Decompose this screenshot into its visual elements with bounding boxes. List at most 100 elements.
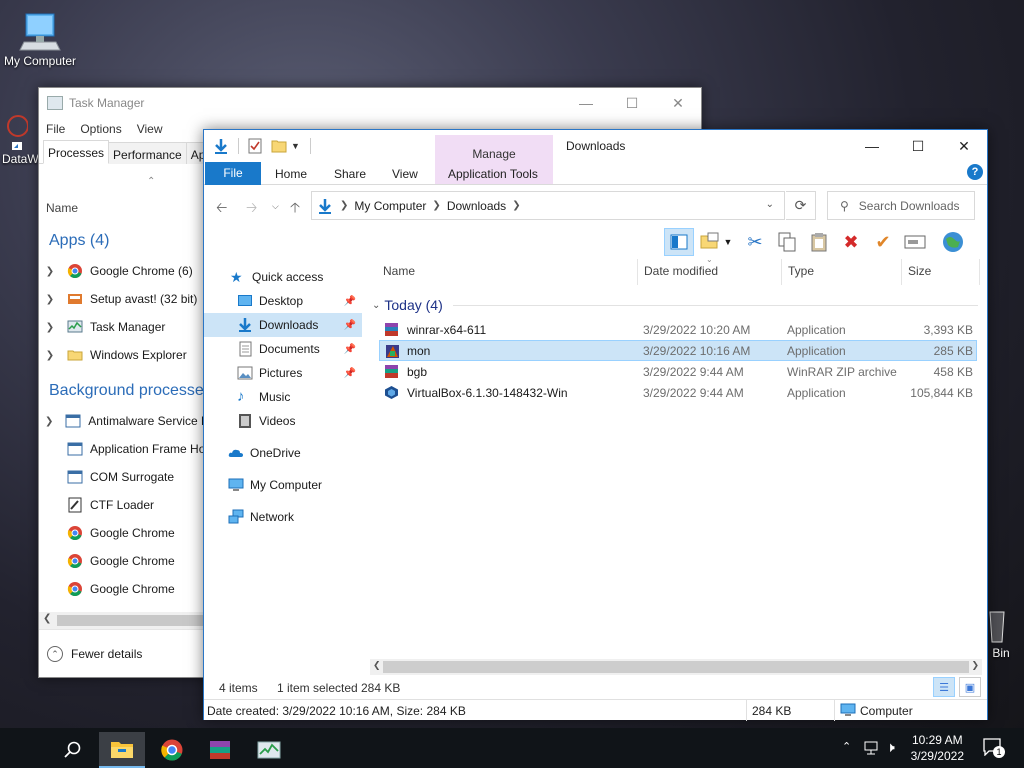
breadcrumb-chevron-icon[interactable]: ❯	[512, 200, 520, 211]
desktop-icon-my-computer[interactable]: My Computer	[2, 10, 78, 68]
column-header-date-modified[interactable]: Date modified	[644, 264, 718, 278]
pin-icon[interactable]: 📌	[344, 296, 356, 307]
search-box[interactable]: ⚲ Search Downloads	[827, 191, 975, 220]
nav-item-downloads[interactable]: Downloads 📌	[204, 313, 362, 337]
delete-icon[interactable]: ✖	[840, 231, 862, 253]
maximize-button[interactable]: ☐	[895, 130, 941, 162]
taskbar-clock[interactable]: 10:29 AM 3/29/2022	[911, 732, 964, 764]
rename-icon[interactable]	[904, 231, 926, 253]
up-arrow-icon[interactable]: 🡡	[290, 197, 300, 221]
column-header-name[interactable]: Name	[46, 201, 78, 215]
breadcrumb-chevron-icon[interactable]: ❯	[340, 200, 348, 211]
dropdown-chevron-icon[interactable]: ▼	[722, 231, 734, 253]
sort-chevron-up-icon[interactable]: ⌃	[147, 176, 155, 187]
process-row[interactable]: ❯ Windows Explorer	[39, 341, 209, 369]
process-row[interactable]: Google Chrome	[39, 547, 209, 575]
minimize-button[interactable]: —	[849, 130, 895, 162]
file-row[interactable]: VirtualBox-6.1.30-148432-Win 3/29/2022 9…	[379, 382, 977, 403]
breadcrumb-chevron-icon[interactable]: ❯	[432, 200, 440, 211]
breadcrumb-downloads[interactable]: Downloads	[447, 199, 506, 213]
process-row[interactable]: Google Chrome	[39, 575, 209, 603]
ribbon-tab-home[interactable]: Home	[275, 167, 307, 181]
file-explorer-window[interactable]: Manage ▼ Downloads — ☐ ✕ File Home Share…	[203, 129, 988, 721]
properties-folder-icon[interactable]	[700, 231, 720, 253]
forward-arrow-icon[interactable]: 🡢	[246, 197, 257, 221]
scroll-left-icon[interactable]: ❮	[43, 613, 51, 624]
horizontal-scrollbar[interactable]: ❮ ❯	[370, 659, 982, 675]
process-row[interactable]: ❯ Setup avast! (32 bit)	[39, 285, 209, 313]
process-row[interactable]: COM Surrogate	[39, 463, 209, 491]
nav-item-onedrive[interactable]: OneDrive	[204, 441, 362, 465]
close-button[interactable]: ✕	[655, 88, 701, 118]
process-row[interactable]: Application Frame Ho	[39, 435, 209, 463]
taskbar-file-explorer[interactable]	[99, 732, 145, 768]
fewer-details-button[interactable]: ⌃ Fewer details	[39, 629, 205, 677]
large-icons-view-icon[interactable]: ▣	[959, 677, 981, 697]
details-view-icon[interactable]: ☰	[933, 677, 955, 697]
horizontal-scrollbar[interactable]: ❮	[39, 612, 205, 629]
menu-file[interactable]: File	[46, 122, 65, 136]
new-folder-icon[interactable]	[271, 138, 287, 154]
taskbar-task-manager[interactable]	[246, 732, 292, 768]
nav-item-documents[interactable]: Documents 📌	[204, 337, 362, 361]
tab-performance[interactable]: Performance	[109, 142, 187, 164]
recent-locations-chevron-icon[interactable]: ⌵	[272, 201, 279, 212]
pin-icon[interactable]: 📌	[344, 368, 356, 379]
maximize-button[interactable]: ☐	[609, 88, 655, 118]
customize-dropdown-icon[interactable]: ▼	[291, 141, 300, 151]
process-row[interactable]: Google Chrome	[39, 519, 209, 547]
process-row[interactable]: ❯ Task Manager	[39, 313, 209, 341]
menu-options[interactable]: Options	[80, 122, 121, 136]
process-row[interactable]: ❯ Google Chrome (6)	[39, 257, 209, 285]
close-button[interactable]: ✕	[941, 130, 987, 162]
breadcrumb-my-computer[interactable]: My Computer	[354, 199, 426, 213]
taskbar-google-chrome[interactable]	[149, 732, 195, 768]
expand-chevron-icon[interactable]: ❯	[39, 416, 59, 427]
start-button[interactable]	[0, 732, 46, 768]
column-header-type[interactable]: Type	[788, 264, 814, 278]
nav-item-network[interactable]: Network	[204, 505, 362, 529]
address-bar[interactable]: ❯ My Computer ❯ Downloads ❯ ⌄	[311, 191, 785, 220]
volume-icon[interactable]: 🕨	[886, 739, 895, 756]
paste-icon[interactable]	[808, 231, 830, 253]
process-row[interactable]: CTF Loader	[39, 491, 209, 519]
ribbon-tab-application-tools[interactable]: Application Tools	[448, 167, 538, 181]
scrollbar-thumb[interactable]	[57, 615, 205, 626]
desktop-icon-recycle-bin[interactable]: Bin	[986, 606, 1016, 660]
checkmark-icon[interactable]: ✔	[872, 231, 894, 253]
process-row[interactable]: ❯ Antimalware Service E	[39, 407, 209, 435]
file-row[interactable]: mon 3/29/2022 10:16 AM Application 285 K…	[379, 340, 977, 361]
nav-item-pictures[interactable]: Pictures 📌	[204, 361, 362, 385]
group-header-today[interactable]: ⌄ Today (4)	[370, 293, 980, 317]
pin-icon[interactable]: 📌	[344, 320, 356, 331]
nav-item-my-computer[interactable]: My Computer	[204, 473, 362, 497]
expand-chevron-icon[interactable]: ❯	[39, 266, 61, 277]
nav-item-videos[interactable]: Videos	[204, 409, 362, 433]
copy-icon[interactable]	[776, 231, 798, 253]
column-header-name[interactable]: Name	[383, 264, 415, 278]
nav-item-quick-access[interactable]: ★ Quick access	[204, 265, 362, 289]
scroll-left-icon[interactable]: ❮	[373, 660, 381, 671]
menu-view[interactable]: View	[137, 122, 163, 136]
pin-icon[interactable]: 📌	[344, 344, 356, 355]
nav-item-desktop[interactable]: Desktop 📌	[204, 289, 362, 313]
notification-center-button[interactable]: 1	[983, 738, 1005, 758]
nav-item-music[interactable]: ♪ Music	[204, 385, 362, 409]
refresh-button[interactable]: ⟳	[786, 191, 816, 220]
column-header-size[interactable]: Size	[908, 264, 931, 278]
file-row[interactable]: bgb 3/29/2022 9:44 AM WinRAR ZIP archive…	[379, 361, 977, 382]
expand-chevron-icon[interactable]: ❯	[39, 322, 61, 333]
expand-chevron-icon[interactable]: ❯	[39, 350, 61, 361]
minimize-button[interactable]: —	[563, 88, 609, 118]
ribbon-tab-share[interactable]: Share	[334, 167, 366, 181]
tab-processes[interactable]: Processes	[43, 140, 110, 164]
scrollbar-thumb[interactable]	[383, 661, 969, 673]
taskbar-winrar[interactable]	[197, 732, 243, 768]
globe-icon[interactable]	[942, 231, 964, 253]
back-arrow-icon[interactable]: 🡠	[216, 197, 227, 221]
preview-pane-icon[interactable]	[664, 228, 694, 256]
desktop-icon-dataw[interactable]: DataW	[2, 112, 39, 166]
show-hidden-icons-chevron-icon[interactable]: ⌃	[842, 740, 851, 753]
properties-icon[interactable]	[247, 138, 263, 154]
scroll-right-icon[interactable]: ❯	[971, 660, 979, 671]
